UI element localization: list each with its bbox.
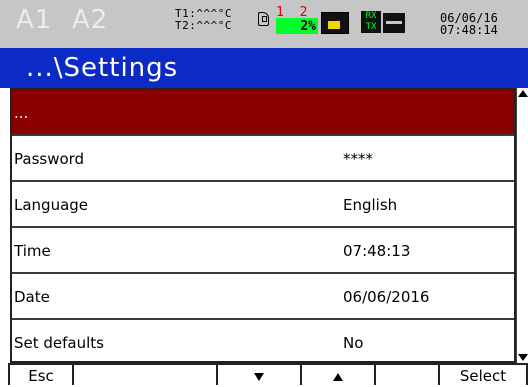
list-item-language[interactable]: Language English — [12, 182, 514, 228]
list-item-label: Set defaults — [14, 334, 104, 352]
list-item-parent[interactable]: ... — [12, 90, 514, 136]
temperature-2-readout: T2:^^^°C — [175, 19, 232, 32]
list-item-value: 06/06/2016 — [343, 288, 430, 306]
page-title: ...\Settings — [0, 48, 528, 88]
scroll-down-arrow-icon[interactable] — [518, 354, 528, 361]
settings-list: ... Password **** Language English Time … — [10, 88, 516, 363]
list-item-value: 07:48:13 — [343, 242, 411, 260]
select-button[interactable]: Select — [438, 363, 528, 385]
list-item-label: Time — [14, 242, 51, 260]
list-item-label: ... — [14, 104, 29, 122]
list-item-set-defaults[interactable]: Set defaults No — [12, 320, 514, 366]
list-item-password[interactable]: Password **** — [12, 136, 514, 182]
list-item-label: Date — [14, 288, 50, 306]
list-item-value: No — [343, 334, 364, 352]
scroll-up-arrow-icon[interactable] — [518, 90, 528, 97]
alarm-1-indicator: A1 — [16, 5, 53, 35]
scrollbar[interactable] — [516, 88, 528, 363]
down-button[interactable] — [216, 363, 302, 385]
softkey-blank-2[interactable] — [374, 363, 440, 385]
list-item-label: Password — [14, 150, 85, 168]
list-item-time[interactable]: Time 07:48:13 — [12, 228, 514, 274]
up-button[interactable] — [300, 363, 376, 385]
list-item-value: English — [343, 196, 398, 214]
memory-icon — [321, 12, 349, 34]
alarm-2-indicator: A2 — [72, 5, 109, 35]
sd-card-icon — [258, 12, 269, 26]
list-item-label: Language — [14, 196, 89, 214]
softkey-bar: Esc Select — [0, 363, 528, 385]
softkey-blank-1[interactable] — [72, 363, 218, 385]
usage-percent: 2% — [276, 18, 318, 34]
rx-tx-icon: RX TX — [361, 11, 381, 33]
status-bar: A1 A2 T1:^^^°C T2:^^^°C 1 2 2% RX TX 06/… — [0, 0, 528, 48]
list-item-date[interactable]: Date 06/06/2016 — [12, 274, 514, 320]
esc-button[interactable]: Esc — [8, 363, 74, 385]
list-item-value: **** — [343, 150, 373, 168]
down-arrow-icon — [254, 373, 264, 381]
up-arrow-icon — [333, 373, 343, 381]
rx-label: RX — [365, 11, 377, 21]
temperature-1-readout: T1:^^^°C — [175, 7, 232, 20]
status-time: 07:48:14 — [440, 23, 498, 37]
port-icon — [383, 13, 405, 33]
tx-label: TX — [365, 22, 377, 32]
